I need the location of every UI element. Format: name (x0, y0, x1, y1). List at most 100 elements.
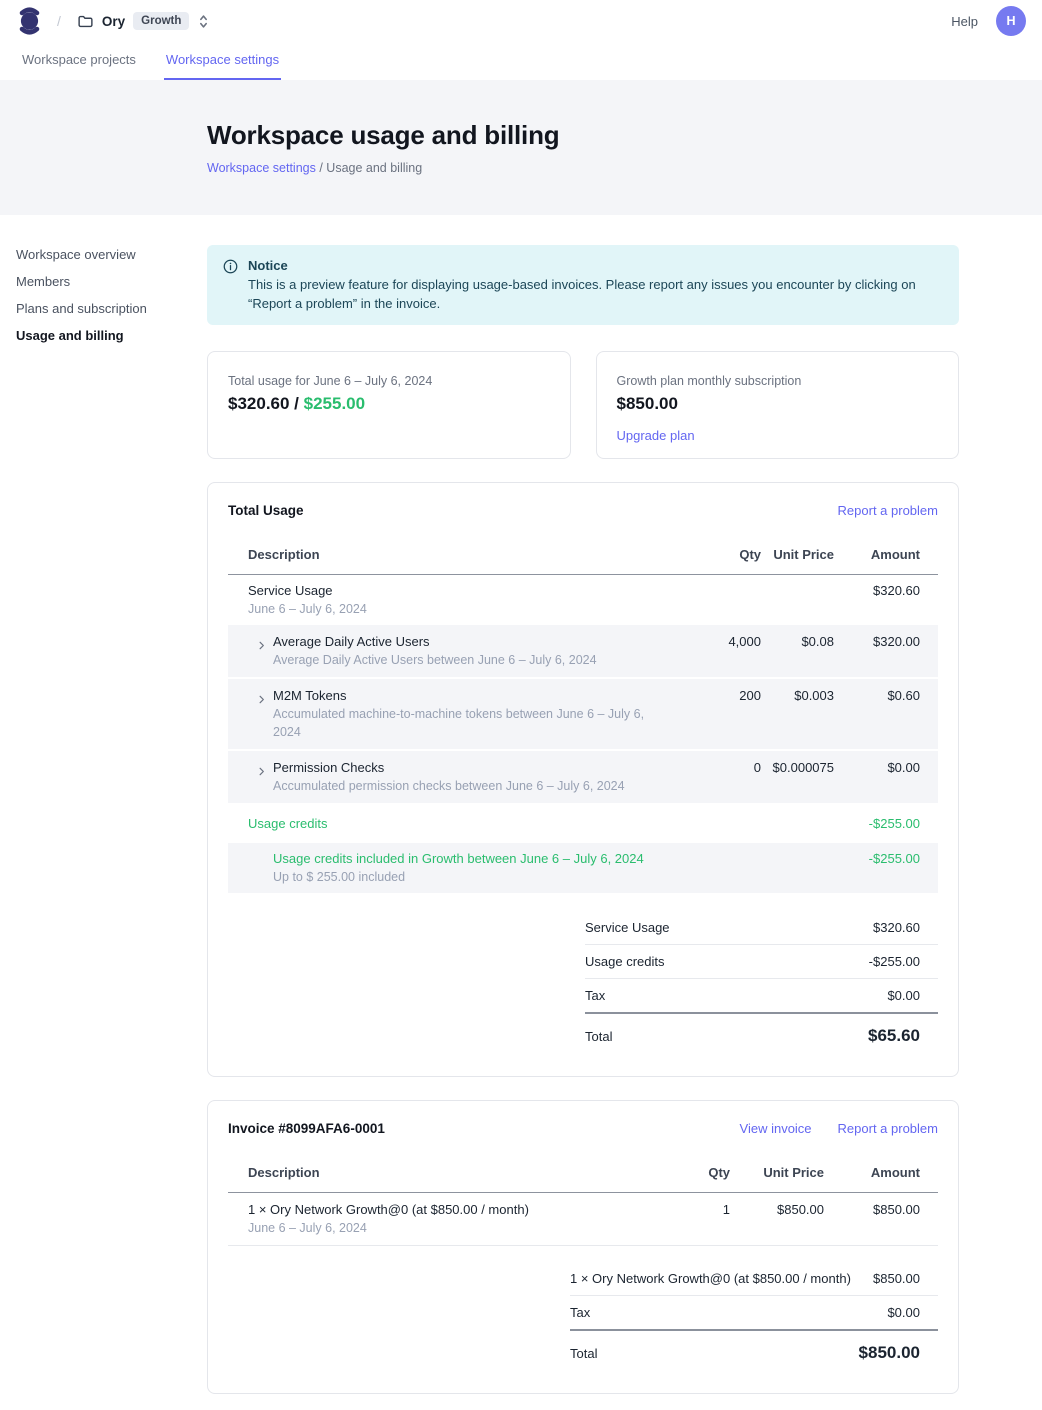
summary-row-usage-credits: Usage credits -$255.00 (585, 944, 938, 978)
breadcrumb-workspace-settings-link[interactable]: Workspace settings (207, 161, 316, 175)
summary-row-total: Total $65.60 (585, 1012, 938, 1050)
report-problem-link[interactable]: Report a problem (838, 503, 938, 518)
row-title: Average Daily Active Users (273, 633, 597, 651)
tab-workspace-projects[interactable]: Workspace projects (20, 42, 138, 80)
chevron-right-icon[interactable] (256, 759, 267, 795)
table-row-service-usage: Service Usage June 6 – July 6, 2024 $320… (228, 575, 938, 625)
unfold-icon[interactable] (197, 14, 210, 29)
summary-row-subscription: 1 × Ory Network Growth@0 (at $850.00 / m… (570, 1262, 938, 1295)
column-unit-price: Unit Price (761, 546, 834, 564)
column-qty: Qty (640, 1164, 730, 1182)
row-title: Usage credits (248, 815, 671, 833)
invoice-card-header: Invoice #8099AFA6-0001 View invoice Repo… (228, 1121, 938, 1136)
sidebar-item-workspace-overview[interactable]: Workspace overview (16, 241, 207, 268)
page-header: Workspace usage and billing Workspace se… (0, 80, 1042, 215)
row-qty: 0 (671, 759, 761, 777)
invoice-summary: 1 × Ory Network Growth@0 (at $850.00 / m… (570, 1262, 938, 1367)
notice-banner: Notice This is a preview feature for dis… (207, 245, 959, 325)
row-qty: 4,000 (671, 633, 761, 651)
column-unit-price: Unit Price (730, 1164, 824, 1182)
view-invoice-link[interactable]: View invoice (740, 1121, 812, 1136)
total-usage-card: Total usage for June 6 – July 6, 2024 $3… (207, 351, 571, 459)
summary-row-tax: Tax $0.00 (585, 978, 938, 1012)
row-amount: $850.00 (824, 1201, 938, 1219)
total-usage-label: Total usage for June 6 – July 6, 2024 (228, 374, 550, 388)
usage-included-amount: $255.00 (304, 394, 365, 413)
usage-summary: Service Usage $320.60 Usage credits -$25… (585, 911, 938, 1050)
ory-logo-icon[interactable] (16, 6, 43, 36)
row-unit-price: $0.003 (761, 687, 834, 705)
row-amount: $320.00 (834, 633, 938, 651)
row-title: Usage credits included in Growth between… (273, 850, 671, 868)
usage-card-header: Total Usage Report a problem (228, 503, 938, 518)
main-layout: Workspace overview Members Plans and sub… (0, 215, 1042, 1410)
chevron-right-icon[interactable] (256, 633, 267, 669)
avatar[interactable]: H (996, 6, 1026, 36)
topbar-right: Help H (951, 6, 1026, 36)
breadcrumb-separator: / (57, 13, 61, 29)
table-row-average-daily-active-users[interactable]: Average Daily Active Users Average Daily… (228, 625, 938, 679)
notice-body: This is a preview feature for displaying… (248, 276, 943, 313)
help-link[interactable]: Help (951, 14, 978, 29)
row-title: Service Usage (248, 582, 671, 600)
row-subtitle: Accumulated machine-to-machine tokens be… (273, 705, 671, 741)
workspace-name: Ory (102, 14, 125, 29)
column-description: Description (228, 546, 671, 564)
column-amount: Amount (834, 546, 938, 564)
usage-card-title: Total Usage (228, 503, 304, 518)
breadcrumb-current: Usage and billing (326, 161, 422, 175)
subscription-invoice-card: Invoice #8099AFA6-0001 View invoice Repo… (207, 1100, 959, 1394)
breadcrumb: Workspace settings / Usage and billing (207, 161, 1042, 175)
row-title: M2M Tokens (273, 687, 671, 705)
notice-title: Notice (248, 258, 943, 273)
usage-table: Description Qty Unit Price Amount Servic… (228, 540, 938, 895)
workspace-selector[interactable]: Ory Growth (77, 12, 211, 30)
table-row-permission-checks[interactable]: Permission Checks Accumulated permission… (228, 751, 938, 805)
content-column: Notice This is a preview feature for dis… (207, 215, 959, 1410)
summary-row-total: Total $850.00 (570, 1329, 938, 1367)
invoice-table-header: Description Qty Unit Price Amount (228, 1158, 938, 1193)
notice-text: Notice This is a preview feature for dis… (248, 258, 943, 313)
row-subtitle: June 6 – July 6, 2024 (248, 600, 671, 618)
row-amount: -$255.00 (834, 815, 938, 833)
summary-row-tax: Tax $0.00 (570, 1295, 938, 1329)
plan-amount: $850.00 (617, 394, 939, 414)
row-subtitle: Up to $ 255.00 included (273, 868, 671, 886)
row-amount: $0.60 (834, 687, 938, 705)
sidebar-item-plans-and-subscription[interactable]: Plans and subscription (16, 295, 207, 322)
table-row-m2m-tokens[interactable]: M2M Tokens Accumulated machine-to-machin… (228, 679, 938, 751)
row-qty: 200 (671, 687, 761, 705)
row-unit-price: $0.08 (761, 633, 834, 651)
workspace-tabs: Workspace projects Workspace settings (0, 42, 1042, 80)
row-unit-price: $850.00 (730, 1201, 824, 1219)
page-title: Workspace usage and billing (207, 120, 1042, 151)
overview-cards: Total usage for June 6 – July 6, 2024 $3… (207, 351, 959, 459)
table-row-usage-credits: Usage credits -$255.00 (228, 805, 938, 843)
usage-table-header: Description Qty Unit Price Amount (228, 540, 938, 575)
sidebar-item-usage-and-billing[interactable]: Usage and billing (16, 322, 207, 349)
plan-label: Growth plan monthly subscription (617, 374, 939, 388)
column-qty: Qty (671, 546, 761, 564)
row-title: 1 × Ory Network Growth@0 (at $850.00 / m… (248, 1201, 640, 1219)
folder-icon (77, 13, 94, 30)
row-amount: $320.60 (834, 582, 938, 600)
chevron-right-icon[interactable] (256, 687, 267, 741)
topbar: / Ory Growth Help H (0, 0, 1042, 42)
info-icon (223, 258, 238, 313)
column-description: Description (228, 1164, 640, 1182)
sidebar-item-members[interactable]: Members (16, 268, 207, 295)
plan-subscription-card: Growth plan monthly subscription $850.00… (596, 351, 960, 459)
row-title: Permission Checks (273, 759, 625, 777)
upgrade-plan-link[interactable]: Upgrade plan (617, 428, 695, 443)
invoice-card-title: Invoice #8099AFA6-0001 (228, 1121, 385, 1136)
report-problem-link[interactable]: Report a problem (838, 1121, 938, 1136)
total-usage-amount: $320.60 / $255.00 (228, 394, 550, 414)
usage-used-amount: $320.60 (228, 394, 289, 413)
usage-amount-separator: / (289, 394, 303, 413)
row-subtitle: June 6 – July 6, 2024 (248, 1219, 640, 1237)
tab-workspace-settings[interactable]: Workspace settings (164, 42, 281, 80)
row-amount: -$255.00 (834, 850, 938, 868)
invoice-table: Description Qty Unit Price Amount 1 × Or… (228, 1158, 938, 1246)
row-qty: 1 (640, 1201, 730, 1219)
plan-badge: Growth (133, 12, 189, 30)
